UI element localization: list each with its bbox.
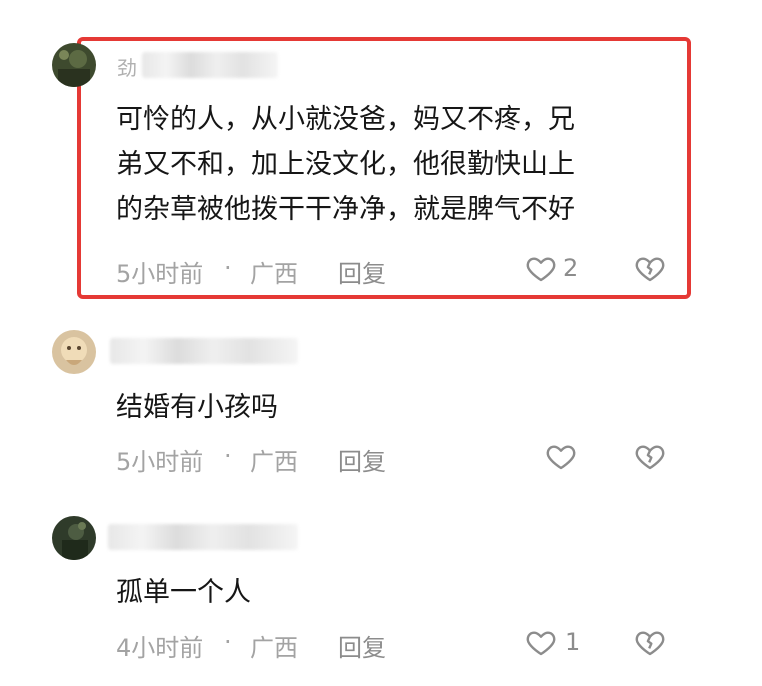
comment-text: 可怜的人，从小就没爸，妈又不疼，兄 弟又不和，加上没文化，他很勤快山上 的杂草被… <box>116 97 575 232</box>
comment-text: 结婚有小孩吗 <box>116 385 278 430</box>
comment-text: 孤单一个人 <box>116 570 251 615</box>
timestamp: 5小时前 <box>116 260 204 288</box>
like-button[interactable]: 2 <box>525 252 578 288</box>
reply-button[interactable]: 回复 <box>338 254 386 289</box>
location: 广西 <box>250 260 298 288</box>
dislike-button[interactable] <box>634 252 666 288</box>
like-count: 1 <box>565 628 581 656</box>
separator-dot: · <box>224 254 232 282</box>
avatar[interactable] <box>52 516 96 560</box>
comment-line: 弟又不和，加上没文化，他很勤快山上 <box>116 149 575 180</box>
heart-outline-icon <box>526 631 556 656</box>
username-blur <box>142 52 278 78</box>
username[interactable]: 劲 <box>117 52 137 81</box>
comment-line: 结婚有小孩吗 <box>116 392 278 423</box>
comment-line: 可怜的人，从小就没爸，妈又不疼，兄 <box>116 104 575 135</box>
like-button[interactable]: 1 <box>525 626 580 662</box>
broken-heart-icon <box>635 631 665 656</box>
location: 广西 <box>250 634 298 662</box>
timestamp: 4小时前 <box>116 634 204 662</box>
comment-line: 的杂草被他拨干干净净，就是脾气不好 <box>116 194 575 225</box>
dislike-button[interactable] <box>634 626 666 662</box>
reply-button[interactable]: 回复 <box>338 442 386 477</box>
dislike-button[interactable] <box>634 440 666 476</box>
username-blur <box>108 524 298 550</box>
like-count: 2 <box>563 254 579 282</box>
heart-outline-icon <box>526 257 556 282</box>
avatar[interactable] <box>52 43 96 87</box>
separator-dot: · <box>224 628 232 656</box>
username-blur <box>110 338 298 364</box>
reply-button[interactable]: 回复 <box>338 628 386 663</box>
location: 广西 <box>250 448 298 476</box>
comment-line: 孤单一个人 <box>116 577 251 608</box>
broken-heart-icon <box>635 445 665 470</box>
broken-heart-icon <box>635 257 665 282</box>
timestamp: 5小时前 <box>116 448 204 476</box>
like-button[interactable] <box>545 440 577 476</box>
heart-outline-icon <box>546 445 576 470</box>
separator-dot: · <box>224 442 232 470</box>
avatar[interactable] <box>52 330 96 374</box>
